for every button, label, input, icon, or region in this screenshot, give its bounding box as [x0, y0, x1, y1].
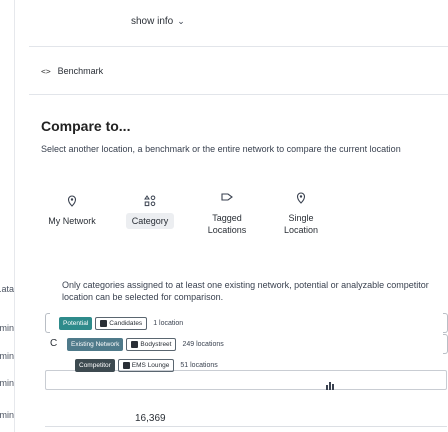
divider [29, 94, 448, 95]
side-letter: C [50, 338, 58, 349]
show-info-toggle[interactable]: show info ⌄ [131, 16, 185, 27]
square-icon [131, 340, 139, 348]
status-badge: Existing Network [67, 337, 124, 351]
background-label: min [0, 323, 14, 333]
divider [45, 426, 447, 427]
total-value: 16,369 [135, 413, 166, 424]
tag-icon [221, 192, 233, 208]
category-pill: Candidates [95, 316, 148, 330]
background-page: ata... min min min min [0, 0, 14, 432]
list-item[interactable]: Potential Candidates 1 location [59, 313, 183, 333]
category-pill: Bodystreet [126, 337, 177, 351]
benchmark-item[interactable]: <> Benchmark [41, 66, 103, 76]
category-icon [144, 195, 156, 211]
chevron-down-icon: ⌄ [177, 16, 185, 26]
square-icon [100, 319, 108, 327]
row-bracket [443, 334, 448, 354]
option-label: Single Location [283, 213, 319, 235]
location-count: 1 location [153, 319, 184, 327]
square-icon [122, 361, 130, 369]
option-tagged-locations[interactable]: Tagged Locations [191, 192, 263, 236]
compare-panel: show info ⌄ <> Benchmark Compare to... S… [14, 0, 448, 432]
option-label: Tagged Locations [207, 213, 247, 235]
option-my-network[interactable]: My Network [37, 195, 107, 227]
background-label: ata... [0, 284, 14, 294]
divider [29, 46, 448, 47]
benchmark-label: Benchmark [57, 66, 104, 76]
row-bracket [45, 313, 50, 333]
bar-chart-icon[interactable] [326, 380, 334, 390]
option-category[interactable]: Category [115, 195, 185, 229]
list-item[interactable]: Competitor EMS Lounge 51 locations [75, 355, 218, 375]
pin-icon [67, 195, 77, 211]
pin-icon [296, 192, 306, 208]
location-count: 249 locations [182, 340, 224, 348]
background-label: min [0, 351, 14, 361]
compare-title: Compare to... [41, 118, 131, 134]
background-label: min [0, 410, 14, 420]
option-label: Category [125, 213, 175, 229]
compare-description: Select another location, a benchmark or … [41, 144, 401, 154]
status-badge: Potential [59, 316, 93, 330]
category-pill: EMS Lounge [117, 358, 175, 372]
option-single-location[interactable]: Single Location [265, 192, 337, 236]
list-item[interactable]: Existing Network Bodystreet 249 location… [67, 334, 224, 354]
code-icon: <> [41, 66, 51, 76]
status-badge: Competitor [75, 358, 115, 372]
selection-note: Only categories assigned to at least one… [62, 280, 429, 302]
show-info-label: show info [131, 16, 174, 27]
location-count: 51 locations [180, 361, 218, 369]
background-label: min [0, 378, 14, 388]
row-bracket [443, 313, 448, 333]
option-label: My Network [48, 216, 96, 226]
